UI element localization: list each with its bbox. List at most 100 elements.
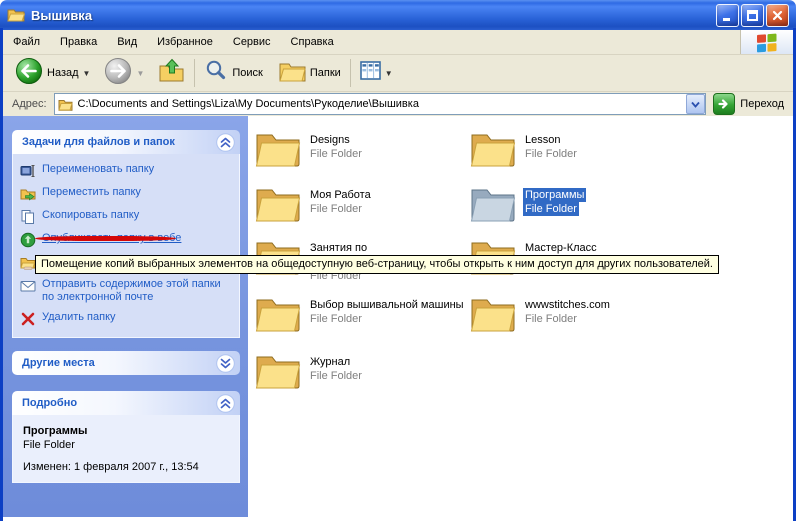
folder-item[interactable]: Моя РаботаFile Folder	[255, 185, 467, 222]
other-places-title: Другие места	[22, 357, 95, 369]
folder-item[interactable]: ЖурналFile Folder	[255, 352, 467, 389]
folder-type: File Folder	[308, 369, 364, 383]
task-link[interactable]: Удалить папку	[20, 311, 235, 327]
folder-icon	[255, 185, 301, 222]
search-label: Поиск	[232, 67, 262, 79]
task-link[interactable]: Переименовать папку	[20, 163, 235, 179]
go-button[interactable]	[713, 93, 735, 115]
details-header[interactable]: Подробно	[12, 391, 240, 415]
tasks-panel: Задачи для файлов и папок Переименовать …	[12, 130, 240, 338]
share-folder-icon	[20, 255, 36, 271]
back-label: Назад	[47, 67, 79, 79]
task-link[interactable]: Скопировать папку	[20, 209, 235, 225]
folder-icon	[255, 352, 301, 389]
menu-item[interactable]: Справка	[281, 36, 344, 48]
up-folder-icon	[158, 58, 185, 89]
back-icon	[15, 57, 43, 90]
details-panel: Подробно Программы File Folder Изменен: …	[12, 391, 240, 483]
menu-item[interactable]: Правка	[50, 36, 107, 48]
delete-icon	[20, 311, 36, 327]
maximize-button[interactable]	[741, 4, 764, 27]
folder-type: File Folder	[523, 202, 579, 216]
folders-label: Папки	[310, 67, 341, 79]
toolbar-separator	[350, 59, 351, 87]
toolbar: Назад ▼ ▼ Поиск Папки	[3, 55, 793, 92]
folder-item[interactable]: Выбор вышивальной машиныFile Folder	[255, 295, 467, 332]
address-dropdown-button[interactable]	[686, 94, 705, 114]
folder-item[interactable]: DesignsFile Folder	[255, 130, 467, 167]
folder-item[interactable]: wwwstitches.comFile Folder	[470, 295, 682, 332]
forward-icon	[104, 57, 132, 90]
folder-name: Программы	[523, 188, 586, 202]
close-button[interactable]	[766, 4, 789, 27]
window-folder-icon[interactable]	[7, 7, 25, 23]
menu-item[interactable]: Файл	[3, 36, 50, 48]
task-label: Отправить содержимое этой папки по элект…	[42, 278, 224, 304]
toolbar-separator	[194, 59, 195, 87]
menu-bar: ФайлПравкаВидИзбранноеСервисСправка	[3, 30, 793, 55]
task-label: Переименовать папку	[42, 163, 154, 176]
rename-icon	[20, 163, 36, 179]
views-dropdown-icon[interactable]: ▼	[385, 69, 393, 78]
chevron-down-icon[interactable]	[216, 354, 235, 373]
forward-dropdown-icon[interactable]: ▼	[136, 69, 144, 78]
task-link[interactable]: Переместить папку	[20, 186, 235, 202]
details-title: Подробно	[22, 397, 77, 409]
task-label: Переместить папку	[42, 186, 141, 199]
views-icon	[360, 61, 381, 85]
folder-name: Мастер-Класс	[523, 241, 599, 255]
folder-item[interactable]: ПрограммыFile Folder	[470, 185, 682, 222]
folders-icon	[279, 60, 306, 87]
menu-item[interactable]: Сервис	[223, 36, 281, 48]
details-item-modified: Изменен: 1 февраля 2007 г., 13:54	[23, 461, 229, 473]
address-bar: Адрес: C:\Documents and Settings\Liza\My…	[3, 92, 793, 117]
explorer-window: Вышивка ФайлПравкаВидИзбранноеСервисСпра…	[0, 0, 796, 521]
title-bar: Вышивка	[0, 0, 796, 30]
folder-type: File Folder	[523, 312, 579, 326]
folder-list: DesignsFile FolderLessonFile FolderМоя Р…	[248, 116, 793, 521]
folders-button[interactable]: Папки	[275, 58, 345, 89]
minimize-button[interactable]	[716, 4, 739, 27]
move-folder-icon	[20, 186, 36, 202]
folder-icon	[470, 185, 516, 222]
task-label: Скопировать папку	[42, 209, 139, 222]
go-label: Переход	[740, 98, 784, 110]
details-item-type: File Folder	[23, 438, 229, 452]
windows-logo	[740, 30, 793, 54]
menu-item[interactable]: Избранное	[147, 36, 223, 48]
search-icon	[204, 59, 228, 88]
forward-button[interactable]: ▼	[100, 55, 148, 92]
address-input[interactable]: C:\Documents and Settings\Liza\My Docume…	[54, 93, 707, 115]
other-places-panel: Другие места	[12, 351, 240, 375]
chevron-up-icon[interactable]	[216, 133, 235, 152]
chevron-up-icon[interactable]	[216, 394, 235, 413]
folder-type: File Folder	[308, 202, 364, 216]
folder-icon	[470, 295, 516, 332]
window-border	[0, 28, 3, 521]
folder-name: Lesson	[523, 133, 562, 147]
details-item-name: Программы	[23, 424, 229, 438]
back-button[interactable]: Назад ▼	[11, 55, 94, 92]
search-button[interactable]: Поиск	[200, 57, 266, 90]
copy-folder-icon	[20, 209, 36, 225]
folder-item[interactable]: LessonFile Folder	[470, 130, 682, 167]
task-pane: Задачи для файлов и папок Переименовать …	[3, 116, 248, 517]
window-title: Вышивка	[31, 8, 92, 23]
folder-type: File Folder	[523, 147, 579, 161]
other-places-header[interactable]: Другие места	[12, 351, 240, 375]
folder-name: Designs	[308, 133, 352, 147]
details-body: Программы File Folder Изменен: 1 февраля…	[12, 415, 240, 483]
address-label: Адрес:	[12, 98, 47, 110]
folder-type: File Folder	[308, 312, 364, 326]
email-icon	[20, 278, 36, 294]
views-button[interactable]: ▼	[356, 59, 397, 87]
task-link[interactable]: Отправить содержимое этой папки по элект…	[20, 278, 235, 304]
up-button[interactable]	[154, 56, 189, 91]
menu-item[interactable]: Вид	[107, 36, 147, 48]
back-dropdown-icon[interactable]: ▼	[83, 69, 91, 78]
folder-name: Моя Работа	[308, 188, 373, 202]
folder-icon	[255, 295, 301, 332]
tasks-panel-header[interactable]: Задачи для файлов и папок	[12, 130, 240, 154]
task-label: Удалить папку	[42, 311, 116, 324]
address-folder-icon	[58, 98, 73, 111]
